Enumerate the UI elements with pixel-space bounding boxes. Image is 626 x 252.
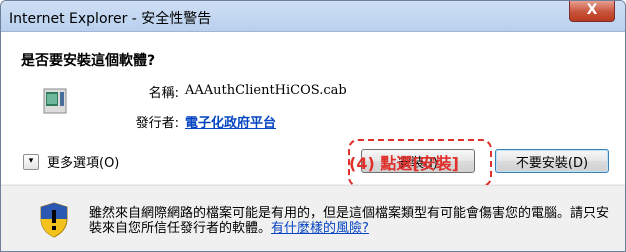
publisher-label: 發行者:	[135, 116, 179, 131]
package-icon	[43, 88, 67, 114]
name-label: 名稱:	[148, 86, 179, 101]
chevron-down-icon: ▾	[23, 153, 39, 170]
dont-install-button-label: 不要安裝(D)	[515, 155, 589, 171]
shield-warning-icon	[40, 202, 68, 238]
window-title: Internet Explorer - 安全性警告	[9, 11, 212, 27]
close-button[interactable]: X	[569, 1, 615, 22]
warning-footer: 雖然來自網際網路的檔案可能是有用的，但是這個檔案類型有可能會傷害您的電腦。請只安…	[1, 185, 625, 251]
file-name-value: AAAuthClientHiCOS.cab	[185, 83, 347, 98]
security-warning-dialog: Internet Explorer - 安全性警告 X 是否要安裝這個軟體? 名…	[0, 0, 626, 252]
dialog-content: 是否要安裝這個軟體? 名稱: AAAuthClientHiCOS.cab 發行者…	[1, 32, 625, 187]
more-options-toggle[interactable]: ▾ 更多選項(O)	[23, 152, 119, 171]
more-options-label: 更多選項(O)	[47, 156, 120, 171]
close-icon: X	[586, 2, 598, 18]
risk-link[interactable]: 有什麼樣的風險?	[271, 221, 369, 236]
install-callout-annotation: (4) 點選[安裝]	[349, 154, 459, 173]
install-question: 是否要安裝這個軟體?	[21, 53, 156, 69]
dont-install-button[interactable]: 不要安裝(D)	[495, 149, 609, 173]
title-bar: Internet Explorer - 安全性警告 X	[1, 1, 625, 32]
publisher-link[interactable]: 電子化政府平台	[185, 112, 276, 131]
warning-message: 雖然來自網際網路的檔案可能是有用的，但是這個檔案類型有可能會傷害您的電腦。請只安…	[89, 206, 609, 236]
